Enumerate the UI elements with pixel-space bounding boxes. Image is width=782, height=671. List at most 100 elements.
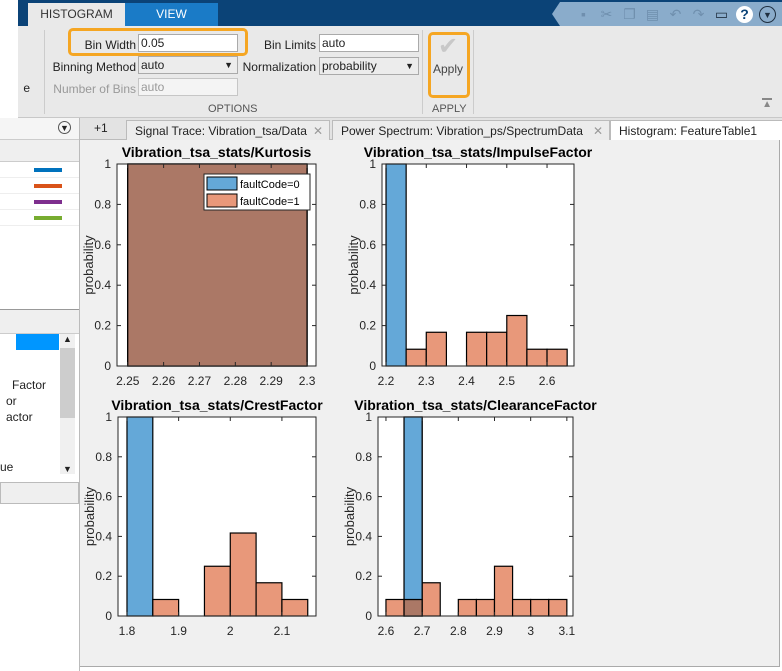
collapse-ribbon-icon[interactable]: ▲ — [762, 98, 772, 110]
x-tick-label: 1.9 — [170, 624, 187, 638]
ribbon-tab-bar: HISTOGRAM VIEW ▪ ✂ ❐ ▤ ↶ ↷ ▭ ? ▼ — [18, 0, 782, 26]
number-of-bins-label: Number of Bins — [53, 82, 136, 96]
bin-limits-input[interactable]: auto — [319, 34, 419, 52]
ribbon: e Bin Width 0.05 Bin Limits auto Binning… — [18, 26, 782, 118]
help-icon[interactable]: ? — [736, 5, 753, 23]
tab-label: Power Spectrum: Vibration_ps/SpectrumDat… — [341, 124, 583, 138]
signal-legend-row[interactable] — [0, 194, 79, 210]
y-tick-label: 0.6 — [94, 238, 111, 252]
bin-limits-label: Bin Limits — [263, 38, 316, 52]
y-tick-label: 0.4 — [95, 529, 112, 543]
binning-method-dropdown[interactable]: auto — [138, 56, 238, 74]
y-tick-label: 0.8 — [94, 197, 111, 211]
copy-icon[interactable]: ❐ — [621, 6, 638, 23]
signal-legend-row[interactable] — [0, 162, 79, 178]
x-tick-label: 2.8 — [450, 624, 467, 638]
signal-line-swatch — [34, 184, 62, 188]
x-tick-label: 2.3 — [418, 374, 435, 388]
list-item[interactable]: actor — [6, 410, 33, 424]
options-section-label: OPTIONS — [208, 103, 258, 115]
selected-list-item[interactable] — [16, 334, 59, 350]
histogram-bar — [385, 598, 405, 617]
signal-legend-row[interactable] — [0, 210, 79, 226]
histogram-bar — [493, 565, 514, 617]
clipped-label: e — [23, 81, 30, 95]
histogram-bar — [548, 598, 568, 617]
list-scrollbar[interactable]: ▲ ▼ — [60, 334, 75, 474]
x-tick-label: 2.6 — [378, 624, 395, 638]
document-tab-strip: +1 Signal Trace: Vibration_tsa/Data ✕ Pow… — [80, 118, 782, 140]
legend-swatch — [206, 176, 238, 191]
scrollbar-thumb[interactable] — [60, 348, 75, 418]
histogram-bar — [126, 416, 154, 617]
histogram-bar — [486, 331, 508, 367]
histogram-bar — [229, 532, 257, 617]
list-item[interactable]: ue — [0, 460, 13, 474]
x-tick-label: 2.9 — [486, 624, 503, 638]
list-item[interactable]: or — [6, 394, 17, 408]
histogram-figure: 0 0.2 0.4 0.6 0.8 1 2.25 2.26 2.27 2.28 2.29 2.3 Vib… — [81, 144, 597, 638]
panel-menu-icon[interactable]: ▼ — [58, 121, 71, 134]
histogram-bar — [203, 565, 231, 617]
redo-icon[interactable]: ↷ — [690, 6, 707, 23]
histogram-bar — [405, 348, 427, 367]
list-item[interactable]: Factor — [12, 378, 46, 392]
histogram-panel: 00.20.40.60.812.6 2.7 2.8 2.9 3 3.1Vibration_… — [342, 397, 597, 638]
y-tick-label: 0.4 — [94, 278, 111, 292]
apply-highlight — [428, 32, 470, 98]
doc-tab-signal-trace[interactable]: Signal Trace: Vibration_tsa/Data ✕ — [126, 120, 330, 140]
options-dropdown-icon[interactable]: ▼ — [759, 5, 776, 23]
tab-view[interactable]: VIEW — [125, 3, 218, 26]
scroll-down-icon[interactable]: ▼ — [60, 464, 75, 474]
y-tick-label: 0.4 — [355, 529, 372, 543]
y-tick-label: 0 — [369, 359, 376, 373]
undo-icon[interactable]: ↶ — [667, 6, 684, 23]
histogram-bar — [511, 598, 532, 617]
x-tick-label: 2 — [227, 624, 234, 638]
x-tick-label: 3.1 — [559, 624, 576, 638]
histogram-bar — [530, 598, 550, 617]
x-tick-label: 2.28 — [224, 374, 248, 388]
histogram-bar — [475, 598, 496, 617]
doc-tab-histogram[interactable]: Histogram: FeatureTable1 — [610, 120, 782, 140]
y-tick-label: 0 — [104, 359, 111, 373]
overlap-bar — [403, 598, 423, 617]
chart-title: Vibration_tsa_stats/ClearanceFactor — [354, 397, 597, 413]
histogram-bar — [465, 331, 488, 367]
paste-icon[interactable]: ▤ — [644, 6, 661, 23]
tab-label: Signal Trace: Vibration_tsa/Data — [135, 124, 307, 138]
y-tick-label: 0.2 — [95, 569, 112, 583]
close-icon[interactable]: ✕ — [593, 121, 603, 141]
window-layout-icon[interactable]: ▭ — [713, 6, 730, 23]
x-tick-label: 2.29 — [260, 374, 284, 388]
y-tick-label: 1 — [104, 157, 111, 171]
y-tick-label: 0 — [105, 609, 112, 623]
tab-overflow-button[interactable]: +1 — [94, 121, 108, 135]
feature-list: Factor or actor ue ▲ ▼ — [0, 334, 79, 474]
histogram-bar — [385, 163, 407, 367]
y-tick-label: 0.2 — [94, 319, 111, 333]
panel-header-2 — [0, 310, 79, 334]
tab-histogram[interactable]: HISTOGRAM — [28, 3, 125, 26]
signal-line-swatch — [34, 168, 62, 172]
histogram-panel: 0 0.2 0.4 0.6 0.8 1 2.25 2.26 2.27 2.28 2.29 2.3 Vib… — [81, 144, 317, 388]
y-tick-label: 0.6 — [359, 238, 376, 252]
legend-entry: faultCode=1 — [240, 196, 300, 208]
cut-icon[interactable]: ✂ — [598, 6, 615, 23]
normalization-label: Normalization — [242, 60, 316, 74]
y-tick-label: 0 — [365, 609, 372, 623]
histogram-bar — [403, 416, 423, 601]
legend[interactable]: faultCode=0 faultCode=1 — [203, 173, 311, 211]
chart-title: Vibration_tsa_stats/CrestFactor — [111, 397, 323, 413]
panel-footer — [0, 482, 79, 504]
close-icon[interactable]: ✕ — [313, 121, 323, 141]
scroll-up-icon[interactable]: ▲ — [60, 334, 75, 344]
doc-tab-power-spectrum[interactable]: Power Spectrum: Vibration_ps/SpectrumDat… — [332, 120, 610, 140]
histogram-bar — [255, 582, 283, 617]
x-tick-label: 2.25 — [116, 374, 140, 388]
signal-legend-row[interactable] — [0, 178, 79, 194]
x-tick-label: 2.7 — [414, 624, 431, 638]
histogram-plots: 0 0.2 0.4 0.6 0.8 1 2.25 2.26 2.27 2.28 2.29 2.3 Vib… — [80, 140, 780, 667]
save-icon[interactable]: ▪ — [575, 6, 592, 23]
normalization-dropdown[interactable]: probability — [319, 57, 419, 75]
